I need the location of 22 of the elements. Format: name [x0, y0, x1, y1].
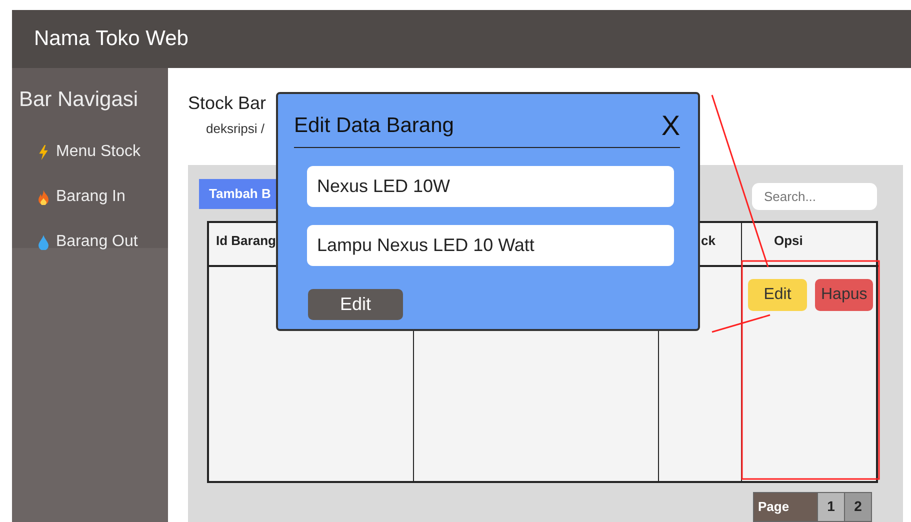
app-title: Nama Toko Web: [34, 26, 188, 52]
flame-icon: [37, 190, 50, 204]
sidebar-title: Bar Navigasi: [19, 87, 138, 113]
sidebar-item[interactable]: Barang Out: [19, 220, 138, 264]
dialog-title: Edit Data Barang: [294, 112, 454, 139]
close-button[interactable]: X: [661, 112, 680, 140]
input-field[interactable]: Lampu Nexus LED 10 Watt: [307, 225, 674, 266]
page-button[interactable]: 2: [844, 493, 872, 520]
droplet-icon: [37, 234, 50, 250]
breadcrumb: deksripsi /: [206, 120, 265, 138]
search-field[interactable]: Search...: [752, 183, 877, 210]
edit-button[interactable]: Edit: [748, 279, 807, 311]
page-button[interactable]: 1: [817, 493, 844, 520]
input-field[interactable]: Nexus LED 10W: [307, 166, 674, 207]
pagination-label: Page: [754, 493, 818, 520]
sidebar-item[interactable]: Menu Stock: [19, 130, 140, 174]
page-title: Stock Bar: [188, 92, 266, 115]
submit-button[interactable]: Edit: [308, 289, 403, 320]
sidebar-item[interactable]: Barang In: [19, 174, 126, 220]
lightning-icon: [37, 144, 50, 160]
annotation-line: [712, 314, 770, 333]
column-header: Opsi: [742, 223, 879, 267]
